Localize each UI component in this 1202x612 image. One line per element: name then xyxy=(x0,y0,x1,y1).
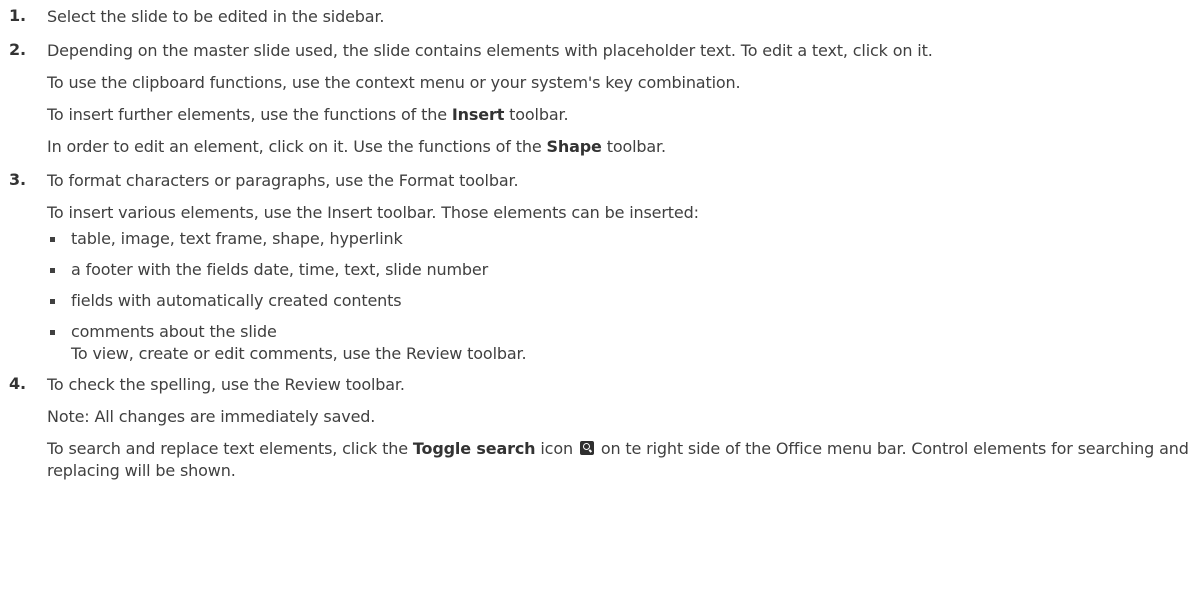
step-1: 1. Select the slide to be edited in the … xyxy=(0,6,1202,28)
step-text: To use the clipboard functions, use the … xyxy=(47,73,741,92)
step-text: Note: All changes are immediately saved. xyxy=(47,407,376,426)
insert-toolbar-name: Insert xyxy=(451,105,505,124)
text-fragment: toolbar. xyxy=(601,137,666,156)
step-text: To check the spelling, use the Review to… xyxy=(47,375,405,394)
text-fragment: toolbar. xyxy=(504,105,569,124)
step-text-shape: In order to edit an element, click on it… xyxy=(47,136,1202,158)
text-fragment: To search and replace text elements, cli… xyxy=(47,439,413,458)
step-number: 1. xyxy=(9,6,26,25)
list-item-text: comments about the slide xyxy=(71,322,277,341)
step-text: To insert various elements, use the Inse… xyxy=(47,203,699,222)
toggle-search-name: Toggle search xyxy=(412,439,536,458)
text-fragment: To insert further elements, use the func… xyxy=(47,105,452,124)
step-2: 2. Depending on the master slide used, t… xyxy=(0,40,1202,158)
step-text: To format characters or paragraphs, use … xyxy=(47,171,519,190)
list-item: table, image, text frame, shape, hyperli… xyxy=(47,228,1202,250)
step-text-search: To search and replace text elements, cli… xyxy=(47,438,1202,482)
list-item: fields with automatically created conten… xyxy=(47,290,1202,312)
step-text: Select the slide to be edited in the sid… xyxy=(47,7,385,26)
shape-toolbar-name: Shape xyxy=(546,137,602,156)
step-number: 4. xyxy=(9,374,26,393)
search-icon xyxy=(579,441,594,455)
instruction-document: 1. Select the slide to be edited in the … xyxy=(0,0,1202,482)
text-fragment: icon xyxy=(535,439,573,458)
list-item: a footer with the fields date, time, tex… xyxy=(47,259,1202,281)
text-fragment: In order to edit an element, click on it… xyxy=(47,137,547,156)
insertable-elements-list: table, image, text frame, shape, hyperli… xyxy=(47,228,1202,365)
step-number: 2. xyxy=(9,40,26,59)
step-3: 3. To format characters or paragraphs, u… xyxy=(0,170,1202,365)
step-4: 4. To check the spelling, use the Review… xyxy=(0,374,1202,482)
step-text-insert: To insert further elements, use the func… xyxy=(47,104,1202,126)
list-item: comments about the slide To view, create … xyxy=(47,321,1202,365)
list-item-note: To view, create or edit comments, use th… xyxy=(71,344,527,363)
step-number: 3. xyxy=(9,170,26,189)
step-text: Depending on the master slide used, the … xyxy=(47,41,933,60)
